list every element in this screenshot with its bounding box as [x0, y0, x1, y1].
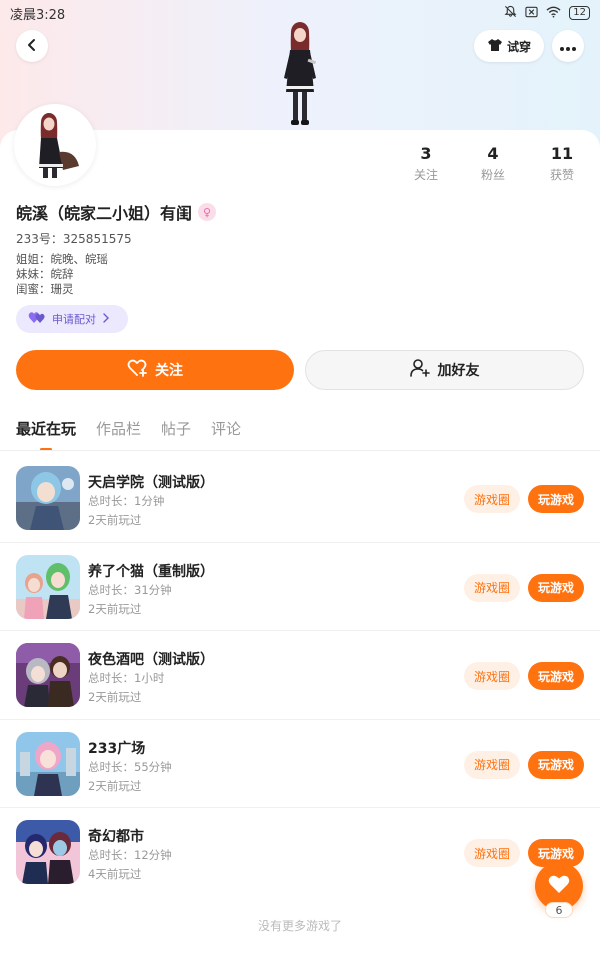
no-more-games-text: 没有更多游戏了 [257, 919, 342, 933]
play-game-button[interactable]: 玩游戏 [528, 662, 584, 690]
game-duration: 总时长：55分钟 [88, 759, 172, 774]
play-game-button[interactable]: 玩游戏 [528, 750, 584, 779]
game-icon[interactable] [16, 643, 80, 707]
follow-button[interactable]: 关注 [16, 350, 294, 390]
game-circle-button[interactable]: 游戏圈 [464, 485, 520, 513]
add-friend-button[interactable]: 加好友 [305, 350, 584, 390]
stat-label: 粉丝 [480, 168, 505, 182]
game-icon[interactable] [16, 466, 80, 530]
game-circle-button[interactable]: 游戏圈 [464, 839, 520, 867]
chevron-left-icon [25, 37, 39, 56]
recent-games-list: 天启学院（测试版） 总时长：1分钟 2天前玩过 游戏圈 玩游戏 养了个猫（重制版… [0, 454, 600, 897]
tabs-divider [0, 450, 600, 451]
profile-stats: 3 关注 4 粉丝 11 获赞 [0, 144, 600, 188]
add-user-icon [409, 359, 430, 381]
tab-posts[interactable]: 帖子 [161, 418, 191, 451]
bio-line: 妹妹：皖辞 [16, 267, 74, 281]
profile-name: 皖溪（皖家二小姐）有闺 [16, 204, 193, 223]
profile-tabs: 最近在玩 作品栏 帖子 评论 [16, 418, 241, 451]
sim-off-icon [525, 6, 538, 21]
stat-value: 4 [487, 144, 499, 163]
play-game-button[interactable]: 玩游戏 [528, 485, 584, 513]
stat-value: 11 [550, 144, 574, 163]
stat-fans[interactable]: 4 粉丝 [463, 144, 523, 183]
apply-pair-label: 申请配对 [52, 313, 96, 326]
female-gender-icon: ♀ [198, 203, 217, 221]
try-on-button[interactable]: 试穿 [474, 30, 544, 62]
stat-value: 3 [420, 144, 432, 163]
stat-following[interactable]: 3 关注 [396, 144, 456, 183]
heart-icon [548, 874, 570, 898]
game-icon[interactable] [16, 820, 80, 884]
follow-label: 关注 [155, 363, 183, 379]
tshirt-icon [487, 38, 503, 55]
list-item[interactable]: 养了个猫（重制版） 总时长：31分钟 2天前玩过 游戏圈 玩游戏 [0, 543, 600, 631]
bio-line: 闺蜜：珊灵 [16, 282, 74, 296]
game-last-played: 2天前玩过 [88, 778, 142, 793]
chevron-right-icon [102, 312, 110, 326]
more-dots-icon [559, 37, 577, 56]
list-item[interactable]: 233广场 总时长：55分钟 2天前玩过 游戏圈 玩游戏 [0, 720, 600, 808]
profile-bio: 姐姐：皖晚、皖瑶 妹妹：皖辞 闺蜜：珊灵 [16, 252, 108, 297]
game-circle-button[interactable]: 游戏圈 [464, 750, 520, 779]
tab-recent-played[interactable]: 最近在玩 [16, 418, 76, 451]
game-duration: 总时长：12分钟 [88, 848, 172, 862]
like-count-badge: 6 [545, 902, 573, 918]
list-item[interactable]: 夜色酒吧（测试版） 总时长：1小时 2天前玩过 游戏圈 玩游戏 [0, 631, 600, 720]
bio-line: 姐姐：皖晚、皖瑶 [16, 252, 108, 266]
game-duration: 总时长：31分钟 [88, 582, 172, 597]
status-time: 凌晨3:28 [10, 7, 66, 23]
list-item[interactable]: 天启学院（测试版） 总时长：1分钟 2天前玩过 游戏圈 玩游戏 [0, 454, 600, 543]
apply-pair-button[interactable]: 申请配对 [16, 305, 128, 333]
stat-label: 获赞 [549, 168, 574, 182]
game-name: 天启学院（测试版） [88, 475, 214, 491]
user-id: 233号：325851575 [16, 232, 132, 246]
heart-plus-icon [127, 359, 147, 381]
try-on-label: 试穿 [506, 39, 531, 54]
back-button[interactable] [16, 30, 48, 62]
game-circle-button[interactable]: 游戏圈 [464, 662, 520, 690]
profile-name-row: 皖溪（皖家二小姐）有闺 ♀ [16, 200, 217, 224]
stat-likes[interactable]: 11 获赞 [532, 144, 592, 183]
game-name: 夜色酒吧（测试版） [88, 652, 214, 668]
game-last-played: 4天前玩过 [88, 867, 142, 881]
list-item[interactable]: 奇幻都市 总时长：12分钟 4天前玩过 游戏圈 玩游戏 [0, 808, 600, 897]
character-avatar-full [262, 20, 338, 132]
tab-comments[interactable]: 评论 [211, 418, 241, 451]
mute-bell-icon [504, 5, 517, 21]
game-duration: 总时长：1分钟 [88, 494, 165, 508]
game-last-played: 2天前玩过 [88, 513, 142, 527]
game-circle-button[interactable]: 游戏圈 [464, 573, 520, 602]
game-last-played: 2天前玩过 [88, 601, 142, 616]
game-last-played: 2天前玩过 [88, 690, 142, 704]
game-duration: 总时长：1小时 [88, 671, 165, 685]
battery-indicator: 12 [569, 6, 590, 20]
game-name: 233广场 [88, 740, 146, 757]
more-options-button[interactable] [552, 30, 584, 62]
play-game-button[interactable]: 玩游戏 [528, 573, 584, 602]
double-heart-icon [28, 311, 46, 327]
game-name: 奇幻都市 [88, 829, 144, 845]
game-icon[interactable] [16, 554, 80, 619]
add-friend-label: 加好友 [437, 363, 480, 379]
wifi-icon [546, 6, 561, 21]
game-name: 养了个猫（重制版） [88, 563, 214, 580]
stat-label: 关注 [413, 168, 438, 182]
tab-works[interactable]: 作品栏 [96, 418, 141, 451]
game-icon[interactable] [16, 731, 80, 796]
